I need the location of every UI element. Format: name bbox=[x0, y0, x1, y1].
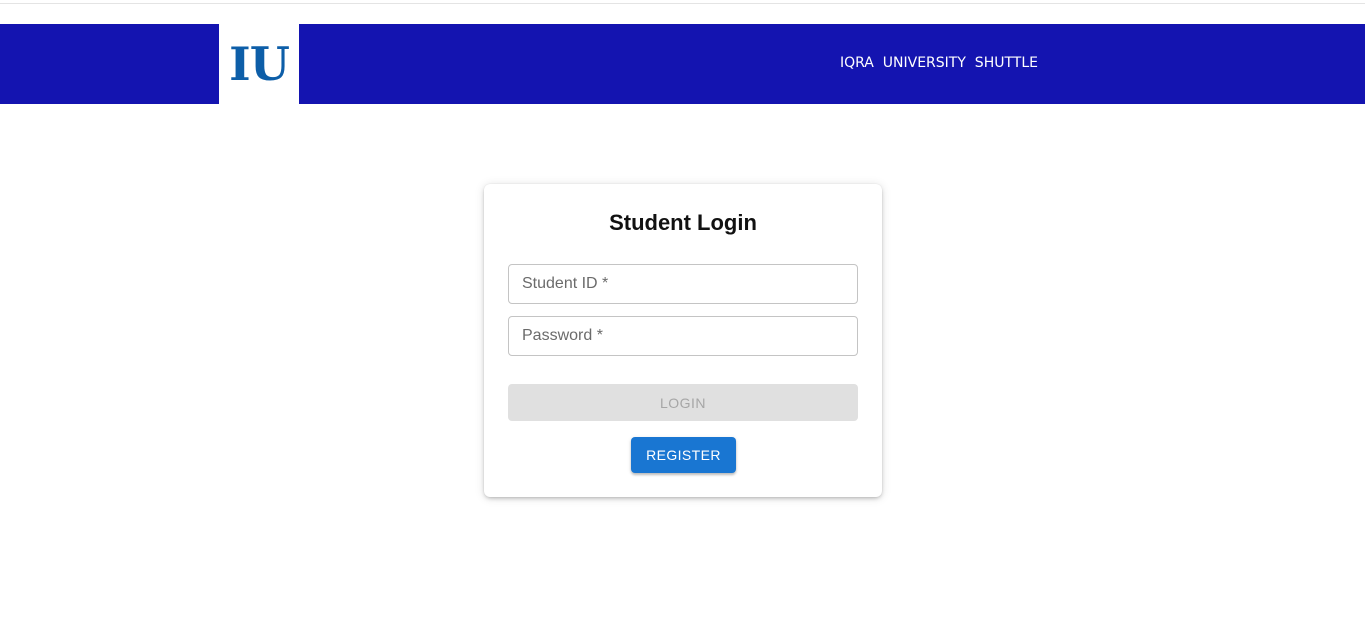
app-title: IQRA UNIVERSITY SHUTTLE bbox=[840, 55, 1038, 71]
student-id-input[interactable] bbox=[509, 265, 857, 303]
university-logo[interactable]: IU bbox=[219, 24, 299, 104]
student-id-field[interactable] bbox=[508, 264, 858, 304]
login-card: Student Login LOGIN REGISTER bbox=[484, 184, 882, 497]
top-divider bbox=[0, 3, 1365, 4]
login-button[interactable]: LOGIN bbox=[508, 384, 858, 421]
password-input[interactable] bbox=[509, 317, 857, 355]
navbar: IU IQRA UNIVERSITY SHUTTLE bbox=[0, 24, 1365, 104]
logo-text: IU bbox=[229, 37, 290, 91]
page-title: Student Login bbox=[609, 210, 757, 235]
password-field[interactable] bbox=[508, 316, 858, 356]
register-button[interactable]: REGISTER bbox=[631, 437, 736, 473]
